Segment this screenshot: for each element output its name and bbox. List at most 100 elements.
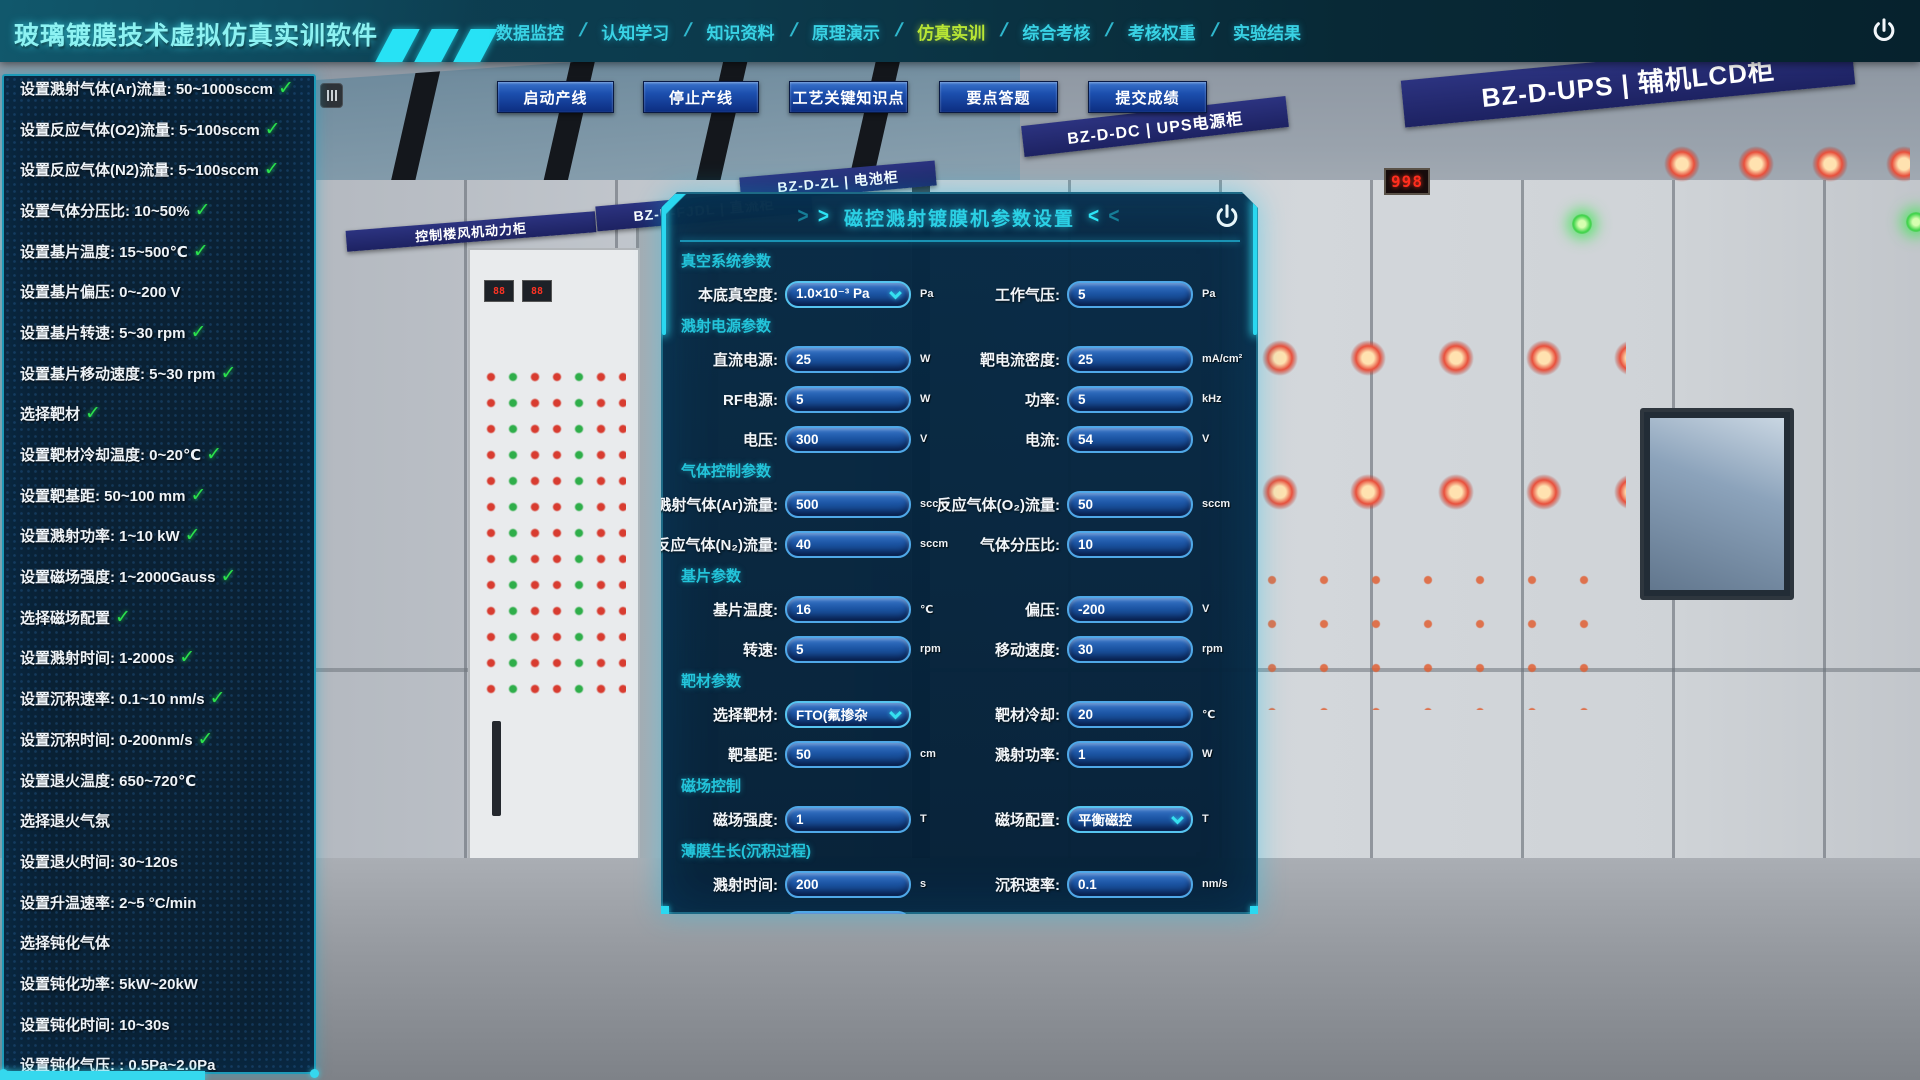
- green-lamp: [1572, 214, 1592, 234]
- nav-tab-5[interactable]: 仿真实训: [908, 19, 994, 44]
- parameter-input[interactable]: 300: [785, 426, 911, 453]
- parameter-input[interactable]: 40: [785, 531, 911, 558]
- field-label: 选择靶材:: [681, 704, 785, 725]
- check-icon: ✓: [195, 199, 211, 222]
- checklist-item-label: 设置退火温度: 650~720℃: [20, 770, 196, 791]
- field-value: 10: [1078, 537, 1093, 552]
- field-label: 偏压:: [967, 599, 1067, 620]
- checklist-item-label: 设置升温速率: 2~5 °C/min: [20, 892, 196, 913]
- dialog-power-icon[interactable]: [1213, 203, 1241, 231]
- parameter-input[interactable]: 500: [785, 491, 911, 518]
- checklist-item-label: 设置基片偏压: 0~-200 V: [20, 281, 180, 302]
- field-value: 200: [796, 877, 819, 892]
- parameter-input[interactable]: 54: [1067, 426, 1193, 453]
- field-label: 溅射时间:: [681, 874, 785, 895]
- checklist-item: 设置反应气体(N2)流量: 5~100sccm✓: [4, 149, 314, 190]
- checklist-item: 设置基片转速: 5~30 rpm✓: [4, 312, 314, 353]
- parameter-select[interactable]: 1.0×10⁻³ Pa: [785, 281, 911, 308]
- parameter-row: 反应气体(N₂)流量:40sccm气体分压比:10: [681, 524, 1238, 564]
- checklist-item-label: 设置基片温度: 15~500℃: [20, 241, 188, 262]
- parameter-row: 溅射气体(Ar)流量:500sccm反应气体(O₂)流量:50sccm: [681, 484, 1238, 524]
- checklist-item: 设置钝化气压: : 0.5Pa~2.0Pa: [4, 1045, 314, 1075]
- parameter-input[interactable]: 25: [785, 346, 911, 373]
- dialog-title: 磁控溅射镀膜机参数设置: [844, 204, 1075, 231]
- parameter-input[interactable]: 0.1: [1067, 871, 1193, 898]
- parameter-input[interactable]: 5: [785, 386, 911, 413]
- parameter-select[interactable]: 平衡磁控: [1067, 806, 1193, 833]
- parameter-input[interactable]: -200: [1067, 596, 1193, 623]
- checklist-item: 设置钝化时间: 10~30s: [4, 1004, 314, 1045]
- parameter-input[interactable]: 5: [1067, 386, 1193, 413]
- parameter-row: 本底真空度:1.0×10⁻³ PaPa工作气压:5Pa: [681, 274, 1238, 314]
- nav-tab-7[interactable]: 考核权重: [1119, 19, 1205, 44]
- field-label: 电流:: [967, 429, 1067, 450]
- checklist-item-label: 设置靶基距: 50~100 mm: [20, 485, 185, 506]
- parameter-input[interactable]: 25: [1067, 346, 1193, 373]
- power-icon[interactable]: [1870, 17, 1898, 45]
- small-lamp-grid: [1262, 570, 1622, 710]
- sidebar-collapse-handle[interactable]: [320, 83, 343, 108]
- field-label: 电压:: [681, 429, 785, 450]
- check-icon: ✓: [190, 321, 206, 344]
- field-value: 40: [796, 537, 811, 552]
- parameter-input[interactable]: 200: [785, 871, 911, 898]
- parameter-input[interactable]: 30: [1067, 636, 1193, 663]
- parameter-input[interactable]: 5: [1067, 281, 1193, 308]
- start-line-button[interactable]: 启动产线: [497, 81, 614, 113]
- field-label: 工作气压:: [967, 284, 1067, 305]
- field-value: 25: [1078, 352, 1093, 367]
- checklist-item: 设置基片偏压: 0~-200 V: [4, 271, 314, 312]
- panel-bottom-strip: [0, 1071, 205, 1080]
- nav-tab-3[interactable]: 知识资料: [698, 19, 784, 44]
- field-unit: sccm: [911, 538, 967, 550]
- parameter-input[interactable]: 50: [785, 741, 911, 768]
- dialog-corner-dot: [1250, 906, 1259, 915]
- parameter-row: 电压:300V电流:54V: [681, 419, 1238, 459]
- parameter-input[interactable]: 1: [1067, 741, 1193, 768]
- field-unit: s: [911, 878, 967, 890]
- nav-tab-6[interactable]: 综合考核: [1013, 19, 1099, 44]
- section-title: 薄膜生长(沉积过程): [681, 839, 1238, 864]
- checklist-item: 设置退火温度: 650~720℃: [4, 760, 314, 801]
- stop-line-button[interactable]: 停止产线: [643, 81, 759, 113]
- field-value: 5: [796, 392, 804, 407]
- nav-tab-4[interactable]: 原理演示: [803, 19, 889, 44]
- submit-score-button[interactable]: 提交成绩: [1088, 81, 1207, 113]
- app-window: 88 88 998 控制楼风机动力柜BZ-D-FJDL | 直流柜BZ-D-ZL…: [0, 0, 1920, 1080]
- parameter-input[interactable]: 20: [1067, 701, 1193, 728]
- nav-tab-2[interactable]: 认知学习: [592, 19, 678, 44]
- checklist-item: 设置溅射时间: 1-2000s✓: [4, 638, 314, 679]
- check-icon: ✓: [221, 565, 237, 588]
- checklist-item-label: 选择钝化气体: [20, 932, 110, 953]
- meter-display: 88: [484, 280, 514, 302]
- field-value: 500: [796, 497, 819, 512]
- field-unit: mA/cm²: [1193, 353, 1242, 365]
- field-value: 300: [796, 432, 819, 447]
- parameter-select[interactable]: FTO(氟掺杂: [785, 701, 911, 728]
- parameter-input[interactable]: 10: [1067, 531, 1193, 558]
- field-unit: Pa: [1193, 288, 1238, 300]
- checklist-item: 选择靶材✓: [4, 394, 314, 435]
- parameter-input[interactable]: 50: [1067, 491, 1193, 518]
- main-nav: 数据监控/认知学习/知识资料/原理演示/仿真实训/综合考核/考核权重/实验结果: [487, 0, 1310, 62]
- checklist-item-label: 设置钝化功率: 5kW~20kW: [20, 973, 198, 994]
- parameter-input[interactable]: 5: [785, 636, 911, 663]
- parameter-row: 选择靶材:FTO(氟掺杂靶材冷却:20℃: [681, 694, 1238, 734]
- nav-tab-1[interactable]: 数据监控: [487, 19, 573, 44]
- field-value: 1.0×10⁻³ Pa: [796, 286, 870, 302]
- red-lamp-row: [1258, 336, 1626, 406]
- parameter-input[interactable]: 16: [785, 596, 911, 623]
- check-icon: ✓: [265, 118, 281, 141]
- checklist-item-label: 设置溅射功率: 1~10 kW: [20, 525, 180, 546]
- field-value: 25: [796, 352, 811, 367]
- checklist-item: 设置靶材冷却温度: 0~20℃✓: [4, 434, 314, 475]
- checklist-item-label: 设置磁场强度: 1~2000Gauss: [20, 566, 216, 587]
- nav-tab-8[interactable]: 实验结果: [1224, 19, 1310, 44]
- key-points-quiz-button[interactable]: 要点答题: [939, 81, 1058, 113]
- field-unit: kHz: [1193, 393, 1238, 405]
- parameter-row: 基片温度:16℃偏压:-200V: [681, 589, 1238, 629]
- checklist-item-label: 设置靶材冷却温度: 0~20℃: [20, 444, 201, 465]
- parameter-row: 溅射时间:200s沉积速率:0.1nm/s: [681, 864, 1238, 904]
- parameter-input[interactable]: 1: [785, 806, 911, 833]
- process-key-knowledge-button[interactable]: 工艺关键知识点: [789, 81, 908, 113]
